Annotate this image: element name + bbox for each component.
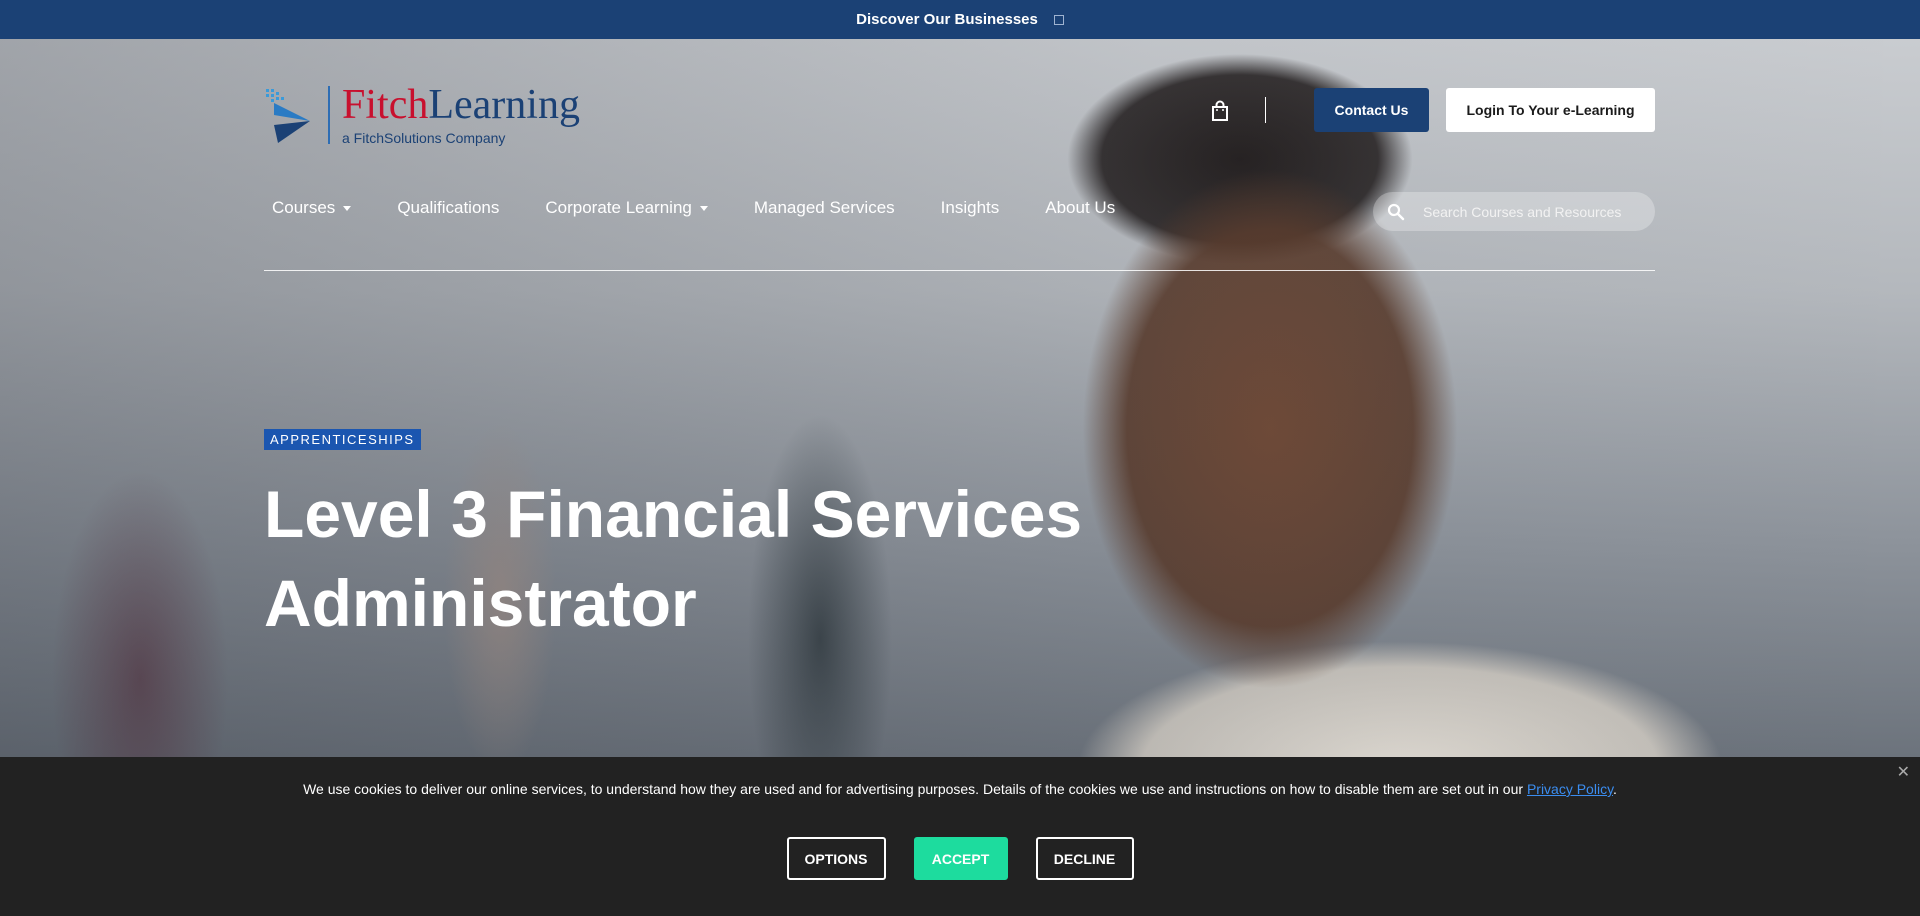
fitch-logo-icon	[266, 89, 310, 143]
nav-item-managed-services[interactable]: Managed Services	[754, 198, 895, 218]
cookie-message: We use cookies to deliver our online ser…	[0, 781, 1920, 797]
discover-businesses-link[interactable]: Discover Our Businesses	[856, 11, 1038, 28]
nav-item-qualifications[interactable]: Qualifications	[397, 198, 499, 218]
cookie-options-button[interactable]: OPTIONS	[786, 837, 886, 880]
logo-tagline: a FitchSolutions Company	[342, 130, 506, 146]
nav-item-label: Insights	[940, 198, 1000, 217]
cookie-decline-button[interactable]: DECLINE	[1035, 837, 1134, 880]
header-divider-line	[264, 270, 1655, 271]
logo-wordmark-learning: Learning	[428, 82, 580, 128]
page-title: Level 3 Financial Services Administrator	[264, 470, 1164, 648]
logo-text: FitchLearning a FitchSolutions Company	[342, 84, 580, 146]
cookie-banner: We use cookies to deliver our online ser…	[0, 757, 1920, 916]
cookie-accept-button[interactable]: ACCEPT	[913, 837, 1008, 880]
privacy-policy-link[interactable]: Privacy Policy	[1527, 781, 1613, 797]
cookie-button-group: OPTIONS ACCEPT DECLINE	[0, 837, 1920, 880]
hero-overlay	[0, 39, 1920, 757]
nav-item-about-us[interactable]: About Us	[1045, 198, 1115, 218]
nav-item-label: Managed Services	[753, 198, 895, 217]
search-bar	[1373, 192, 1655, 231]
nav-item-corporate-learning[interactable]: Corporate Learning	[545, 198, 708, 218]
nav-item-label: Corporate Learning	[545, 198, 692, 217]
contact-us-button[interactable]: Contact Us	[1314, 88, 1429, 132]
main-nav: Courses Qualifications Corporate Learnin…	[272, 198, 1161, 218]
logo-divider	[328, 86, 330, 144]
chevron-down-icon	[699, 205, 708, 211]
nav-item-label: Courses	[272, 198, 336, 217]
top-announcement-bar: Discover Our Businesses	[0, 0, 1920, 39]
search-icon[interactable]	[1387, 203, 1405, 221]
page-title-line-2: Administrator	[264, 566, 697, 640]
fitch-learning-logo[interactable]: FitchLearning a FitchSolutions Company	[264, 84, 580, 146]
nav-item-courses[interactable]: Courses	[272, 198, 352, 218]
expand-toggle-icon[interactable]	[1053, 14, 1064, 25]
nav-item-label: Qualifications	[397, 198, 500, 217]
nav-item-label: About Us	[1045, 198, 1116, 217]
close-icon[interactable]: ✕	[1897, 762, 1910, 782]
category-badge: APPRENTICESHIPS	[264, 429, 421, 450]
cookie-message-text: We use cookies to deliver our online ser…	[303, 781, 1524, 797]
chevron-down-icon	[343, 205, 352, 211]
nav-item-insights[interactable]: Insights	[941, 198, 1000, 218]
page-title-line-1: Level 3 Financial Services	[264, 477, 1083, 551]
logo-wordmark-fitch: Fitch	[342, 82, 429, 128]
header-divider	[1265, 97, 1266, 123]
bag-icon[interactable]	[1209, 100, 1231, 122]
login-elearning-button[interactable]: Login To Your e-Learning	[1446, 88, 1655, 132]
logo-wordmark: FitchLearning	[342, 84, 580, 126]
cookie-message-end: .	[1613, 781, 1617, 797]
hero-background-image	[0, 39, 1920, 757]
search-input[interactable]	[1423, 203, 1633, 220]
